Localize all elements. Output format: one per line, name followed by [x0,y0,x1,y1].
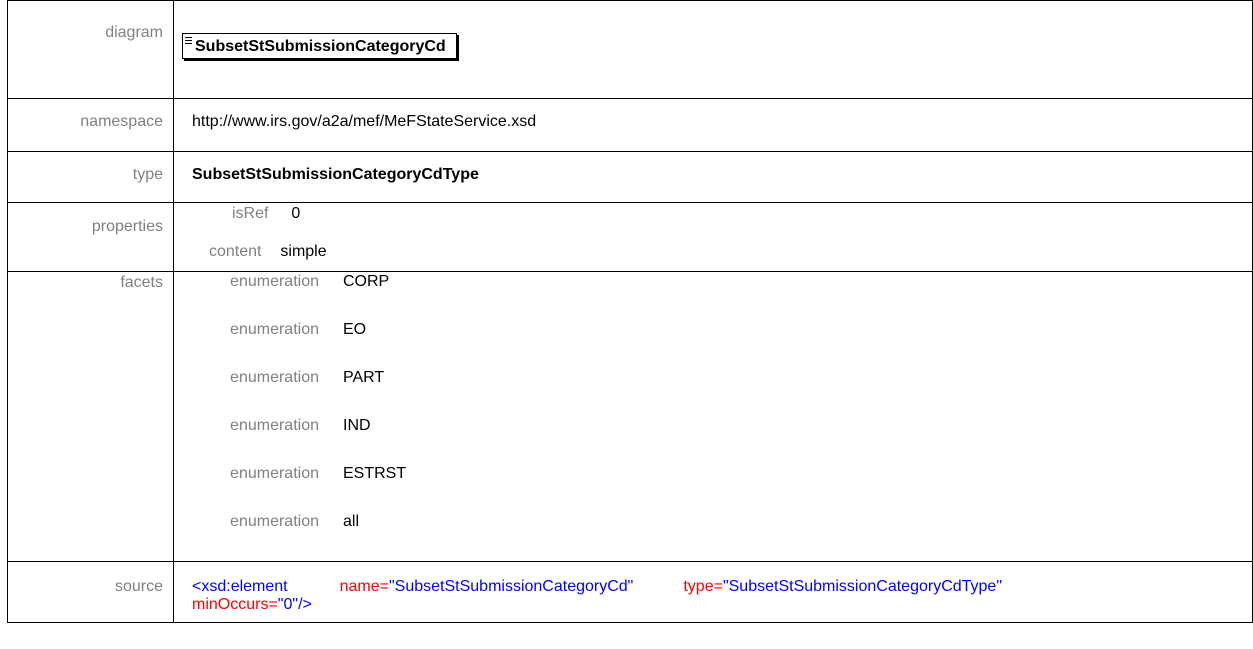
element-diagram-box[interactable]: SubsetStSubmissionCategoryCd [182,33,457,59]
properties-value-cell: isRef 0 content simple [173,202,1253,272]
facet-key: enumeration [230,321,319,338]
property-key: isRef [232,205,269,222]
facet-value: IND [343,417,371,434]
facet-item: enumeration IND [174,417,1252,465]
namespace-value: http://www.irs.gov/a2a/mef/MeFStateServi… [192,113,537,130]
xml-attr-type-value: "SubsetStSubmissionCategoryCdType" [722,578,1003,595]
namespace-label-cell: namespace [7,98,174,152]
diagram-label: diagram [105,24,163,41]
xml-tag-close: /> [298,596,312,613]
facet-key: enumeration [230,369,319,386]
facet-item: enumeration all [174,513,1252,561]
type-label-cell: type [7,151,174,203]
row-diagram: diagram SubsetStSubmissionCategoryCd [7,0,1253,99]
facet-item: enumeration ESTRST [174,465,1252,513]
element-diagram-name: SubsetStSubmissionCategoryCd [195,38,446,55]
property-key: content [209,243,262,260]
facet-key: enumeration [230,513,319,530]
property-isref: isRef 0 [232,205,300,223]
xml-tag-open: <xsd:element [192,578,288,595]
row-namespace: namespace http://www.irs.gov/a2a/mef/MeF… [7,98,1253,152]
row-source: source <xsd:element name="SubsetStSubmiss… [7,561,1253,623]
facet-value: ESTRST [343,465,407,482]
row-properties: properties isRef 0 content simple [7,202,1253,272]
xml-attr-name-value: "SubsetStSubmissionCategoryCd" [388,578,634,595]
property-value: 0 [291,205,301,222]
type-value-cell: SubsetStSubmissionCategoryCdType [173,151,1253,203]
facet-value: PART [343,369,385,386]
properties-label: properties [91,218,163,235]
facets-label: facets [120,274,163,291]
facets-label-cell: facets [7,271,174,562]
xml-attr-minoccurs: minOccurs= [192,596,278,613]
namespace-label: namespace [80,113,163,130]
property-value: simple [280,243,327,260]
properties-label-cell: properties [7,202,174,272]
property-content: content simple [209,243,327,261]
row-type: type SubsetStSubmissionCategoryCdType [7,151,1253,203]
row-facets: facets enumeration CORP enumeration EO e… [7,271,1253,562]
source-value-cell: <xsd:element name="SubsetStSubmissionCate… [173,561,1253,623]
xml-attr-name: name= [339,578,389,595]
facet-item: enumeration CORP [174,273,1252,321]
source-label: source [114,578,163,595]
facet-value: all [343,513,360,530]
source-label-cell: source [7,561,174,623]
facets-value-cell: enumeration CORP enumeration EO enumerat… [173,271,1253,562]
element-lines-icon [185,37,192,46]
namespace-value-cell: http://www.irs.gov/a2a/mef/MeFStateServi… [173,98,1253,152]
facet-key: enumeration [230,417,319,434]
facet-item: enumeration PART [174,369,1252,417]
schema-doc-table: diagram SubsetStSubmissionCategoryCd nam… [7,0,1253,623]
facet-key: enumeration [230,465,319,482]
xml-attr-minoccurs-value: "0" [277,596,299,613]
type-label: type [132,166,163,183]
diagram-value-cell: SubsetStSubmissionCategoryCd [173,0,1253,99]
facet-value: EO [343,321,367,338]
facet-value: CORP [343,273,390,290]
facet-key: enumeration [230,273,319,290]
diagram-label-cell: diagram [7,0,174,99]
facet-item: enumeration EO [174,321,1252,369]
xml-source-code: <xsd:element name="SubsetStSubmissionCate… [192,562,1252,614]
type-link[interactable]: SubsetStSubmissionCategoryCdType [192,166,479,184]
xml-attr-type: type= [683,578,723,595]
